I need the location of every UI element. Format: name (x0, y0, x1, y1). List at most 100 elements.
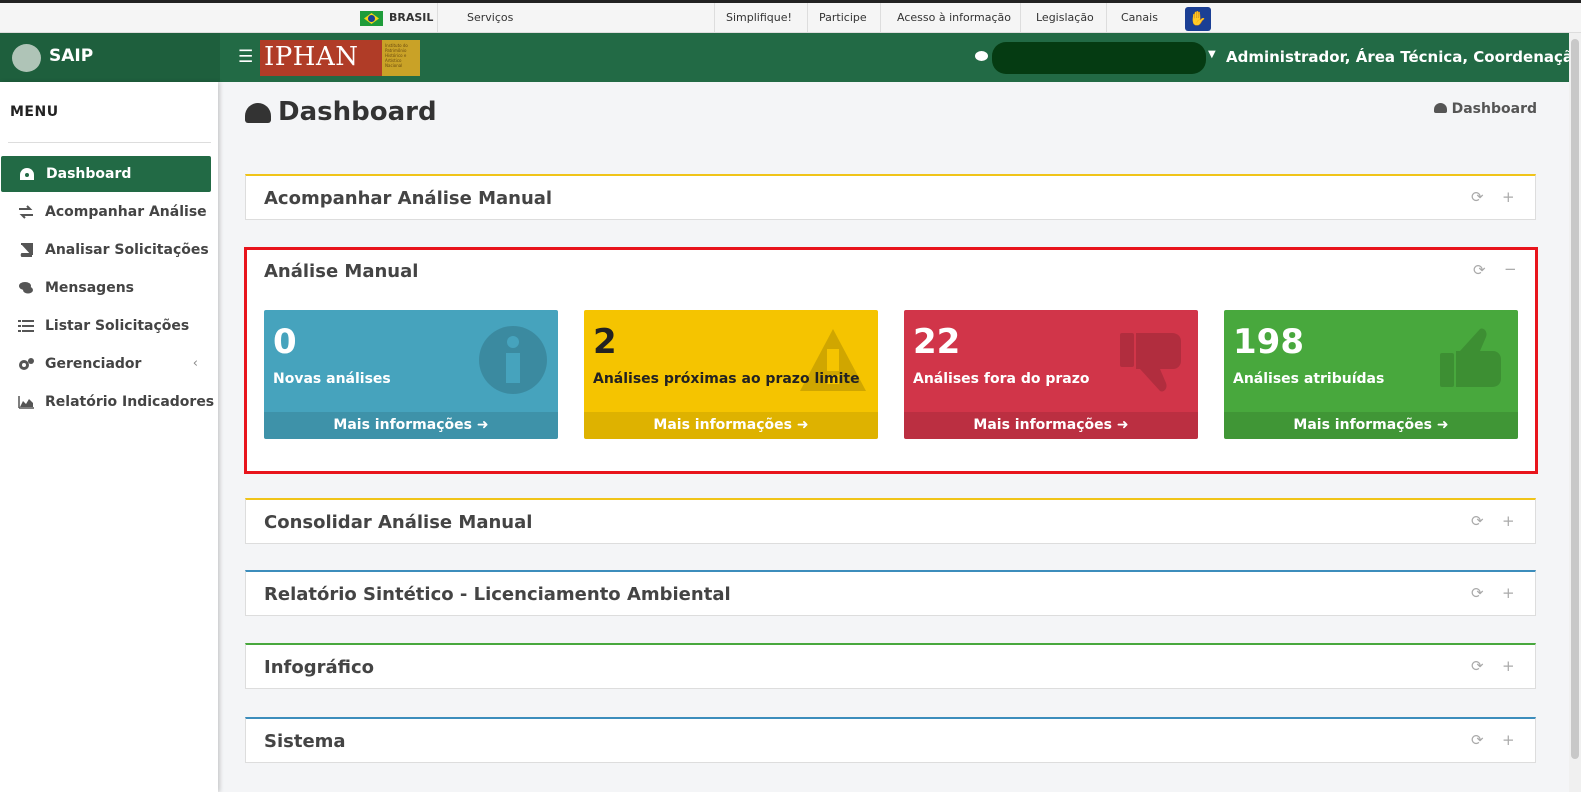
refresh-icon[interactable]: ⟳ (1471, 584, 1484, 602)
tile-label: Análises atribuídas (1233, 371, 1385, 387)
tile-value: 0 (273, 322, 297, 362)
caret-down-icon[interactable]: ▼ (1208, 49, 1216, 60)
refresh-icon[interactable]: ⟳ (1471, 731, 1484, 749)
mais-informacoes-link[interactable]: Mais informações ➜ (584, 412, 878, 439)
hamburger-menu-icon[interactable]: ☰ (238, 47, 253, 67)
tile-novas-analises: 0 Novas análises Mais informações ➜ (264, 310, 558, 439)
expand-icon[interactable]: + (1502, 188, 1515, 206)
area-chart-icon (18, 396, 34, 409)
page-scrollbar[interactable] (1569, 33, 1581, 792)
expand-icon[interactable]: + (1502, 584, 1515, 602)
redacted-user-name[interactable] (992, 42, 1206, 74)
scrollbar-thumb[interactable] (1571, 39, 1579, 759)
expand-icon[interactable]: + (1502, 512, 1515, 530)
collapse-icon[interactable]: − (1504, 260, 1517, 278)
sidebar-item-label: Mensagens (45, 280, 134, 296)
gov-link-legislacao[interactable]: Legislação (1036, 3, 1094, 32)
sidebar-item-listar-solicitacoes[interactable]: Listar Solicitações (0, 308, 212, 344)
sidebar-item-acompanhar-analise[interactable]: Acompanhar Análise (0, 194, 212, 230)
box-consolidar-analise-manual: Consolidar Análise Manual ⟳ + (245, 498, 1536, 544)
dashboard-icon (245, 103, 271, 123)
gov-link-canais[interactable]: Canais (1121, 3, 1158, 32)
tile-label: Análises próximas ao prazo limite (593, 371, 860, 387)
mais-informacoes-link[interactable]: Mais informações ➜ (264, 412, 558, 439)
refresh-icon[interactable]: ⟳ (1471, 512, 1484, 530)
sidebar-item-label: Analisar Solicitações (45, 242, 209, 258)
brazil-flag-icon (360, 11, 383, 26)
dashboard-icon (20, 168, 34, 180)
mais-informacoes-link[interactable]: Mais informações ➜ (1224, 412, 1518, 439)
gov-link-servicos[interactable]: Serviços (467, 3, 513, 32)
box-title: Sistema (264, 731, 346, 752)
gears-icon (19, 358, 34, 370)
tile-label: Análises fora do prazo (913, 371, 1090, 387)
gov-bar: BRASIL Serviços Simplifique! Participe A… (0, 3, 1581, 33)
top-navbar: ☰ IPHAN Instituto do Patrimônio Históric… (220, 33, 1581, 82)
divider (8, 142, 211, 143)
thumbs-down-icon (1120, 333, 1181, 392)
refresh-icon[interactable]: ⟳ (1473, 261, 1486, 279)
divider (1020, 3, 1021, 32)
box-title: Acompanhar Análise Manual (264, 188, 553, 209)
box-acompanhar-analise-manual: Acompanhar Análise Manual ⟳ + (245, 174, 1536, 220)
sidebar-item-label: Acompanhar Análise (45, 204, 207, 220)
saip-logo-icon (12, 44, 41, 72)
breadcrumb-label: Dashboard (1451, 101, 1537, 117)
user-roles[interactable]: Administrador, Área Técnica, Coordenação… (1226, 48, 1581, 66)
tile-label: Novas análises (273, 371, 391, 387)
dashboard-icon (1433, 103, 1447, 113)
app-brand[interactable]: SAIP (49, 46, 93, 66)
tile-value: 22 (913, 322, 961, 362)
box-title: Consolidar Análise Manual (264, 512, 533, 533)
sidebar-item-label: Dashboard (46, 166, 132, 182)
tile-analises-fora-prazo: 22 Análises fora do prazo Mais informaçõ… (904, 310, 1198, 439)
box-infografico: Infográfico ⟳ + (245, 643, 1536, 689)
iphan-logo-text: IPHAN (264, 42, 359, 72)
sidebar-item-label: Listar Solicitações (45, 318, 190, 334)
refresh-icon[interactable]: ⟳ (1471, 188, 1484, 206)
sidebar-item-relatorio-indicadores[interactable]: Relatório Indicadores (0, 384, 215, 420)
list-icon (18, 320, 34, 332)
box-title: Relatório Sintético - Licenciamento Ambi… (264, 584, 731, 605)
exchange-icon (19, 205, 33, 219)
gov-link-acesso-informacao[interactable]: Acesso à informação (897, 3, 1011, 32)
divider (1106, 3, 1107, 32)
mais-informacoes-link[interactable]: Mais informações ➜ (904, 412, 1198, 439)
box-relatorio-sintetico: Relatório Sintético - Licenciamento Ambi… (245, 570, 1536, 616)
sidebar-item-label: Gerenciador (45, 356, 142, 372)
sidebar-item-mensagens[interactable]: Mensagens (0, 270, 212, 306)
tile-analises-proximas-prazo: 2 Análises próximas ao prazo limite Mais… (584, 310, 878, 439)
page-title: Dashboard (278, 97, 437, 127)
expand-icon[interactable]: + (1502, 657, 1515, 675)
breadcrumb[interactable]: Dashboard (1433, 101, 1537, 117)
info-icon (479, 326, 547, 394)
brand-bar: SAIP (0, 33, 220, 82)
divider (714, 3, 715, 32)
refresh-icon[interactable]: ⟳ (1471, 657, 1484, 675)
box-sistema: Sistema ⟳ + (245, 717, 1536, 763)
tile-value: 198 (1233, 322, 1304, 362)
iphan-logo[interactable]: IPHAN Instituto do Patrimônio Histórico … (260, 40, 420, 76)
gov-country-link[interactable]: BRASIL (389, 3, 433, 32)
chat-icon[interactable] (975, 51, 988, 61)
expand-icon[interactable]: + (1502, 731, 1515, 749)
chevron-left-icon: ‹ (192, 356, 198, 371)
book-icon (20, 243, 33, 257)
sidebar-item-label: Relatório Indicadores (45, 394, 215, 410)
thumbs-up-icon (1440, 328, 1501, 387)
sidebar: MENU Dashboard Acompanhar Análise Analis… (0, 82, 218, 792)
sidebar-item-dashboard[interactable]: Dashboard (1, 156, 211, 192)
gov-link-simplifique[interactable]: Simplifique! (726, 3, 792, 32)
sidebar-title: MENU (10, 104, 59, 120)
comments-icon (19, 282, 33, 294)
sidebar-item-gerenciador[interactable]: Gerenciador ‹ (0, 346, 212, 382)
gov-link-participe[interactable]: Participe (819, 3, 867, 32)
box-title: Análise Manual (264, 261, 419, 282)
divider (807, 3, 808, 32)
tile-value: 2 (593, 322, 617, 362)
iphan-logo-subtitle: Instituto do Patrimônio Histórico e Artí… (382, 40, 420, 76)
accessibility-hands-icon[interactable]: ✋ (1185, 7, 1211, 31)
sidebar-item-analisar-solicitacoes[interactable]: Analisar Solicitações (0, 232, 212, 268)
box-title: Infográfico (264, 657, 374, 678)
divider (437, 3, 438, 32)
